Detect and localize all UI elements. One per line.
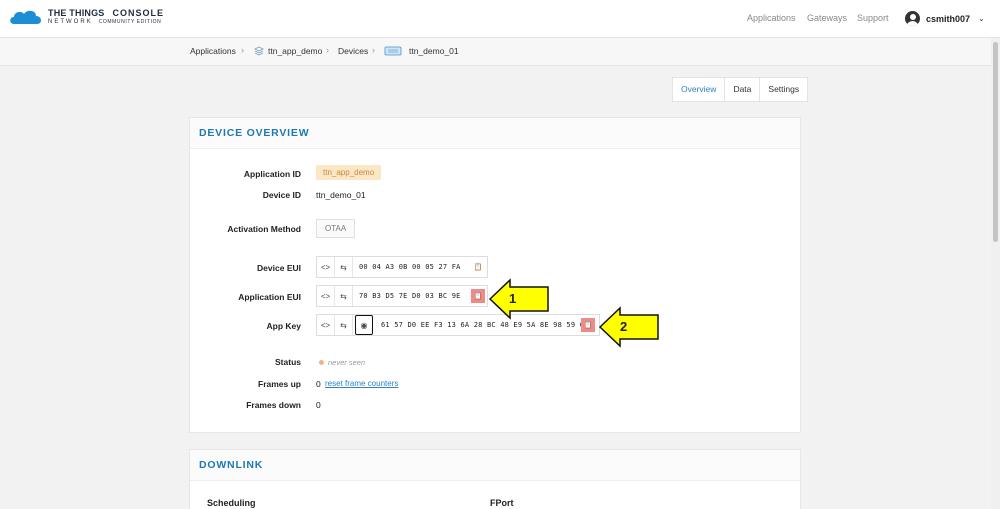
downlink-panel: DOWNLINK Scheduling FPort	[189, 449, 801, 509]
dev-eui-value: 00 04 A3 0B 00 05 27 FA	[359, 263, 461, 271]
ttn-logo[interactable]: THE THINGS CONSOLE NETWORK COMMUNITY EDITI…	[8, 8, 164, 26]
code-toggle-icon[interactable]: <>	[317, 257, 335, 277]
avatar	[905, 11, 920, 26]
app-key-value: 61 57 D0 EE F3 13 6A 28 BC 48 E9 5A 8E 9…	[381, 321, 589, 329]
swap-icon[interactable]: ⇆	[335, 315, 353, 335]
app-id-label: Application ID	[243, 169, 301, 179]
device-id-value: ttn_demo_01	[316, 190, 366, 200]
tab-overview[interactable]: Overview	[673, 78, 726, 101]
device-id-label: Device ID	[262, 190, 301, 200]
activation-badge: OTAA	[316, 219, 356, 238]
stack-icon	[253, 46, 265, 58]
breadcrumb-device[interactable]: ttn_demo_01	[409, 46, 459, 56]
dev-eui-field: <> ⇆ 00 04 A3 0B 00 05 27 FA 📋	[316, 256, 488, 278]
code-toggle-icon[interactable]: <>	[317, 286, 335, 306]
panel-title: DOWNLINK	[199, 459, 264, 471]
tab-data[interactable]: Data	[725, 78, 761, 101]
app-key-field: <> ⇆ ◉ 61 57 D0 EE F3 13 6A 28 BC 48 E9 …	[316, 314, 600, 336]
top-navbar: THE THINGS CONSOLE NETWORK COMMUNITY EDITI…	[0, 0, 1000, 38]
logo-text-console: CONSOLE	[112, 8, 165, 18]
page-scrollbar[interactable]	[991, 38, 1000, 509]
logo-text-main: THE THINGS	[48, 8, 105, 18]
chevron-down-icon: ⌄	[978, 14, 985, 23]
panel-title: DEVICE OVERVIEW	[199, 127, 310, 139]
panel-header: DOWNLINK	[190, 450, 800, 481]
user-name: csmith007	[926, 13, 971, 24]
status-text: never seen	[328, 358, 366, 367]
device-overview-panel: DEVICE OVERVIEW Application ID ttn_app_d…	[189, 117, 801, 433]
annotation-arrow-1: 1	[488, 278, 552, 325]
scrollbar-thumb[interactable]	[993, 42, 998, 242]
annotation-label-2: 2	[620, 319, 628, 334]
frames-up-label: Frames up	[258, 379, 301, 389]
activation-label: Activation Method	[227, 224, 301, 234]
app-eui-value: 70 B3 D5 7E D0 03 BC 9E	[359, 292, 461, 300]
app-eui-label: Application EUI	[238, 292, 301, 302]
clipboard-icon[interactable]: 📋	[471, 289, 485, 303]
device-icon	[384, 45, 402, 59]
logo-text-network: NETWORK	[48, 19, 93, 25]
app-id-badge[interactable]: ttn_app_demo	[316, 165, 382, 180]
status-label: Status	[275, 357, 301, 367]
swap-icon[interactable]: ⇆	[335, 286, 353, 306]
status-dot-icon	[319, 360, 324, 366]
code-toggle-icon[interactable]: <>	[317, 315, 335, 335]
panel-header: DEVICE OVERVIEW	[190, 118, 800, 149]
dev-eui-label: Device EUI	[257, 263, 301, 273]
breadcrumb-application[interactable]: ttn_app_demo	[268, 46, 322, 56]
nav-applications[interactable]: Applications	[747, 13, 796, 23]
device-tabs: Overview Data Settings	[672, 77, 809, 102]
chevron-right-icon: ›	[241, 45, 244, 55]
clipboard-icon[interactable]: 📋	[581, 318, 595, 332]
nav-gateways[interactable]: Gateways	[807, 13, 847, 23]
nav-support[interactable]: Support	[857, 13, 889, 23]
clipboard-icon[interactable]: 📋	[471, 260, 485, 274]
chevron-right-icon: ›	[326, 45, 329, 55]
eye-icon[interactable]: ◉	[355, 315, 373, 335]
status-value: never seen	[319, 357, 365, 367]
frames-up-value: 0	[316, 379, 321, 389]
chevron-right-icon: ›	[372, 45, 375, 55]
user-menu[interactable]: csmith007 ⌄	[905, 11, 985, 26]
fport-label: FPort	[490, 498, 514, 508]
breadcrumb-applications[interactable]: Applications	[190, 46, 236, 56]
app-eui-field: <> ⇆ 70 B3 D5 7E D0 03 BC 9E 📋	[316, 285, 488, 307]
frames-down-label: Frames down	[246, 400, 301, 410]
annotation-arrow-2: 2	[598, 306, 662, 353]
logo-text-edition: COMMUNITY EDITION	[98, 19, 162, 25]
swap-icon[interactable]: ⇆	[335, 257, 353, 277]
breadcrumb-devices[interactable]: Devices	[338, 46, 368, 56]
tab-settings[interactable]: Settings	[760, 78, 807, 101]
app-key-label: App Key	[266, 321, 301, 331]
annotation-label-1: 1	[509, 291, 517, 306]
scheduling-label: Scheduling	[207, 498, 256, 508]
cloud-icon	[10, 10, 42, 24]
reset-frame-counters-link[interactable]: reset frame counters	[325, 379, 398, 388]
frames-down-value: 0	[316, 400, 321, 410]
breadcrumb: Applications › ttn_app_demo › Devices › …	[0, 38, 1000, 66]
